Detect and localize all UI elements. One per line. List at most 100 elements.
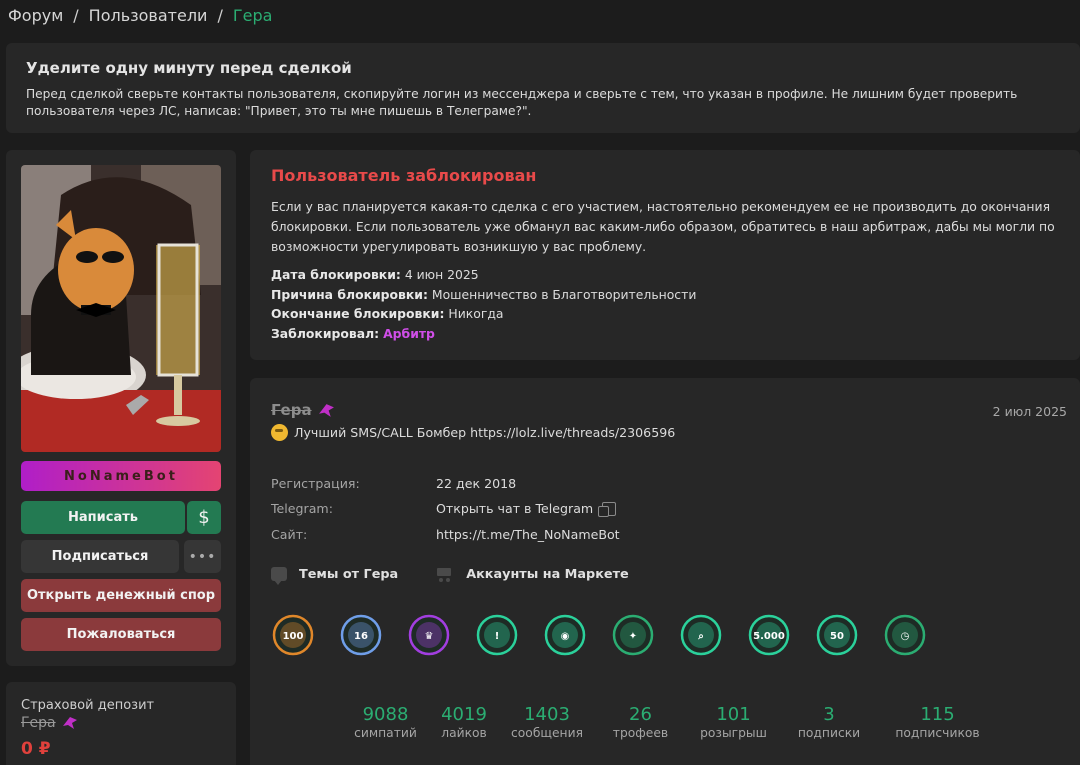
deposit-amount: 0 ₽ (21, 739, 51, 759)
profile-username-text: Гера (271, 401, 312, 419)
stat-number: 4019 (441, 704, 487, 725)
more-options-button[interactable]: ••• (184, 540, 221, 573)
stat-number: 115 (920, 704, 955, 725)
deposit-username[interactable]: Гера (21, 715, 221, 731)
svg-text:16: 16 (354, 631, 368, 642)
stat-item[interactable]: 115 подписчиков (881, 704, 994, 740)
ban-text: Если у вас планируется какая-то сделка с… (271, 199, 1055, 254)
svg-text:5.000: 5.000 (753, 631, 785, 642)
stat-label: розыгрыш (700, 726, 767, 740)
subscribe-button[interactable]: Подписаться (21, 540, 179, 573)
site-link[interactable]: https://t.me/The_NoNameBot (436, 527, 620, 542)
stats-row: 9088 симпатий 4019 лайков 1403 сообщения 26 тро… (346, 704, 994, 740)
svg-text:50: 50 (830, 631, 844, 642)
registration-value-text: 22 дек 2018 (436, 476, 517, 491)
deposit-label: Страховой депозит (21, 698, 155, 713)
site-label: Сайт: (271, 527, 308, 542)
chat-icon (271, 567, 287, 585)
trophy-active-icon[interactable]: ◷ (883, 613, 927, 657)
avatar[interactable] (21, 165, 221, 452)
telegram-link[interactable]: Открыть чат в Telegram (436, 501, 593, 516)
ban-end-label: Окончание блокировки: (271, 306, 445, 321)
svg-text:◷: ◷ (901, 631, 910, 642)
trophy-triangle-icon[interactable]: ! (475, 613, 519, 657)
ban-notice: Пользователь заблокирован Если у вас пла… (250, 150, 1080, 360)
stat-number: 9088 (362, 704, 409, 725)
ban-date-label: Дата блокировки: (271, 267, 401, 282)
telegram-label: Telegram: (271, 501, 333, 516)
ban-date-value: 4 июн 2025 (404, 267, 479, 282)
report-button[interactable]: Пожаловаться (21, 618, 221, 651)
stat-label: подписчиков (895, 726, 980, 740)
ban-end-row: Окончание блокировки: Никогда (271, 304, 1059, 324)
stat-item[interactable]: 9088 симпатий (346, 704, 425, 740)
copy-icon[interactable] (598, 501, 617, 517)
stat-label: лайков (441, 726, 487, 740)
dollar-icon: $ (198, 507, 210, 528)
write-message-button[interactable]: Написать (21, 501, 185, 534)
insurance-deposit-card: Страховой депозит Гера 0 ₽ (6, 682, 236, 765)
profile-status-text: Лучший SMS/CALL Бомбер https://lolz.live… (294, 425, 676, 440)
svg-text:⌕: ⌕ (697, 631, 704, 642)
breadcrumb-separator: / (217, 6, 223, 25)
breadcrumb-users[interactable]: Пользователи (89, 6, 208, 25)
ban-reason-row: Причина блокировки: Мошенничество в Благ… (271, 285, 1059, 305)
stat-number: 3 (823, 704, 835, 725)
market-accounts-link[interactable]: Аккаунты на Маркете (434, 566, 629, 582)
notice-text: Перед сделкой сверьте контакты пользоват… (26, 87, 1018, 118)
profile-username: Гера (271, 401, 335, 419)
stat-label: сообщения (511, 726, 583, 740)
deal-notice: Уделите одну минуту перед сделкой Перед … (6, 43, 1080, 133)
user-threads-label: Темы от Гера (299, 566, 399, 582)
money-transfer-button[interactable]: $ (187, 501, 221, 534)
svg-text:♛: ♛ (425, 631, 434, 642)
stat-item[interactable]: 101 розыгрыш (690, 704, 777, 740)
svg-text:!: ! (495, 631, 500, 642)
stat-number: 101 (716, 704, 751, 725)
trophy-50-icon[interactable]: 50 (815, 613, 859, 657)
trophy-100-giveaways-icon[interactable]: 100 (271, 613, 315, 657)
trophy-shield-icon[interactable]: 16 (339, 613, 383, 657)
profile-status: Лучший SMS/CALL Бомбер https://lolz.live… (271, 424, 675, 441)
profile-date: 2 июл 2025 (992, 404, 1067, 419)
open-dispute-button[interactable]: Открыть денежный спор (21, 579, 221, 612)
stat-number: 26 (629, 704, 652, 725)
user-threads-link[interactable]: Темы от Гера (271, 566, 399, 585)
ban-reason-label: Причина блокировки: (271, 286, 428, 302)
banned-by-label: Заблокировал: (271, 325, 380, 341)
breadcrumb-forum[interactable]: Форум (8, 6, 63, 25)
notice-title: Уделите одну минуту перед сделкой (26, 59, 352, 77)
breadcrumb: Форум / Пользователи / Гера (8, 6, 272, 25)
stat-item[interactable]: 4019 лайков (425, 704, 503, 740)
svg-text:100: 100 (283, 631, 304, 642)
stat-number: 1403 (524, 704, 570, 725)
stat-item[interactable]: 3 подписки (777, 704, 881, 740)
trophy-eye-icon[interactable]: ◉ (543, 613, 587, 657)
profile-info-card: Гера 2 июл 2025 Лучший SMS/CALL Бомбер h… (250, 378, 1080, 765)
cart-icon (434, 566, 454, 582)
trophy-detective-icon[interactable]: ⌕ (679, 613, 723, 657)
stat-item[interactable]: 1403 сообщения (503, 704, 591, 740)
trophies-row: 100 16 ♛! ◉ ✦ ⌕ 5.000 50 ◷ (271, 613, 927, 657)
site-value: https://t.me/The_NoNameBot (436, 527, 620, 542)
trophy-5000-icon[interactable]: 5.000 (747, 613, 791, 657)
registration-label: Регистрация: (271, 476, 360, 491)
stat-label: симпатий (354, 726, 417, 740)
market-accounts-label: Аккаунты на Маркете (466, 566, 629, 582)
trophy-dark-icon[interactable]: ✦ (611, 613, 655, 657)
banned-by-row: Заблокировал: Арбитр (271, 324, 1059, 344)
breadcrumb-current[interactable]: Гера (233, 6, 273, 25)
banned-by-value[interactable]: Арбитр (383, 326, 435, 341)
stat-item[interactable]: 26 трофеев (591, 704, 690, 740)
profile-links: Темы от Гера Аккаунты на Маркете (271, 566, 629, 585)
svg-text:◉: ◉ (561, 631, 570, 642)
stat-label: трофеев (612, 726, 669, 740)
ban-title: Пользователь заблокирован (271, 166, 537, 185)
telegram-value: Открыть чат в Telegram (436, 501, 617, 517)
profile-sidebar: NoNameBot Написать $ Подписаться ••• Отк… (6, 150, 236, 666)
trophy-purple-icon[interactable]: ♛ (407, 613, 451, 657)
ban-date-row: Дата блокировки: 4 июн 2025 (271, 265, 1059, 285)
ban-end-value: Никогда (448, 306, 504, 321)
bird-icon (62, 717, 77, 729)
username-bar: NoNameBot (21, 461, 221, 491)
